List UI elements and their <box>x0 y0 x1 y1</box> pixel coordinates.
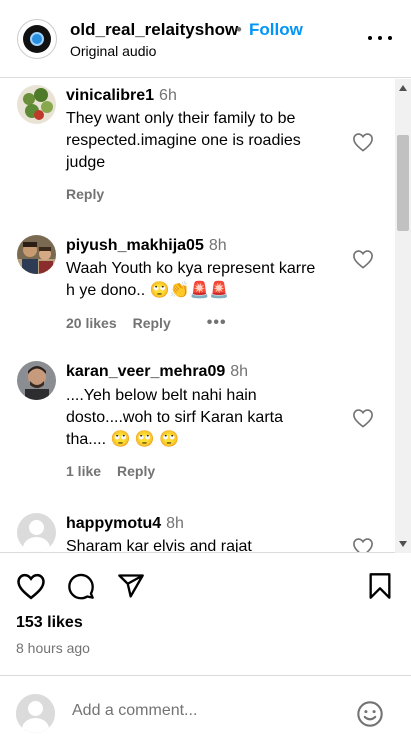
current-user-avatar <box>16 694 55 733</box>
comment-text: Waah Youth ko kya represent karre h ye d… <box>66 260 316 299</box>
comment-bubble-icon[interactable] <box>67 572 95 600</box>
comment-text: They want only their family to be respec… <box>66 110 301 171</box>
comment-meta: 1 like Reply <box>66 463 155 479</box>
default-avatar-icon <box>16 694 55 733</box>
comment-time: 6h <box>159 87 177 104</box>
comment-input[interactable] <box>72 702 332 720</box>
reply-button[interactable]: Reply <box>117 463 155 479</box>
comment-time: 8h <box>166 515 184 532</box>
like-comment-heart-icon[interactable] <box>352 408 374 428</box>
scroll-down-arrow-icon[interactable] <box>395 537 411 551</box>
scrollbar-thumb[interactable] <box>397 135 409 231</box>
like-heart-icon[interactable] <box>16 572 46 600</box>
comment-time: 8h <box>208 237 227 254</box>
post-actions <box>0 554 411 614</box>
post-timestamp: 8 hours ago <box>16 640 90 656</box>
follow-button[interactable]: Follow <box>249 20 303 40</box>
emoji-picker-icon[interactable] <box>356 700 384 728</box>
share-send-icon[interactable] <box>117 572 145 600</box>
like-comment-heart-icon[interactable] <box>352 249 374 269</box>
comment-time: 8h <box>230 363 249 380</box>
separator-dot: • <box>236 20 242 39</box>
comment-meta: Reply <box>66 186 104 202</box>
comments-scrollbar[interactable] <box>395 79 411 553</box>
comment-username[interactable]: karan_veer_mehra09 8h <box>66 363 248 381</box>
like-comment-heart-icon[interactable] <box>352 132 374 152</box>
comment-text: Sharam kar elvis and rajat <box>66 538 252 553</box>
post-header: old_real_relaityshow • Follow Original a… <box>0 0 411 78</box>
account-username[interactable]: old_real_relaityshow <box>70 20 238 40</box>
comment-options-icon[interactable]: ••• <box>207 314 227 332</box>
save-bookmark-icon[interactable] <box>367 572 393 600</box>
commenter-avatar[interactable] <box>17 85 56 124</box>
scroll-up-arrow-icon[interactable] <box>395 81 411 95</box>
commenter-avatar[interactable] <box>17 513 56 552</box>
comment-username[interactable]: vinicalibre1 6h <box>66 87 177 105</box>
comments-list: vinicalibre1 6h They want only their fami… <box>0 79 411 553</box>
likes-count[interactable]: 20 likes <box>66 315 117 331</box>
comment-meta: 20 likes Reply ••• <box>66 314 227 332</box>
default-avatar-icon <box>17 513 56 552</box>
comment-username[interactable]: piyush_makhija05 8h <box>66 237 227 255</box>
reply-button[interactable]: Reply <box>66 186 104 202</box>
likes-count[interactable]: 1 like <box>66 463 101 479</box>
account-avatar[interactable] <box>17 19 57 59</box>
add-comment-bar <box>0 675 411 744</box>
comment-username[interactable]: happymotu4 8h <box>66 515 184 533</box>
reply-button[interactable]: Reply <box>133 315 171 331</box>
like-comment-heart-icon[interactable] <box>352 537 374 553</box>
commenter-avatar[interactable] <box>17 235 56 274</box>
more-options-icon[interactable] <box>368 28 392 48</box>
commenter-avatar[interactable] <box>17 361 56 400</box>
post-likes-count[interactable]: 153 likes <box>16 614 83 632</box>
comment-text: ....Yeh below belt nahi hain dosto....wo… <box>66 387 283 448</box>
audio-label[interactable]: Original audio <box>70 43 156 59</box>
eye-logo-icon <box>23 25 51 53</box>
